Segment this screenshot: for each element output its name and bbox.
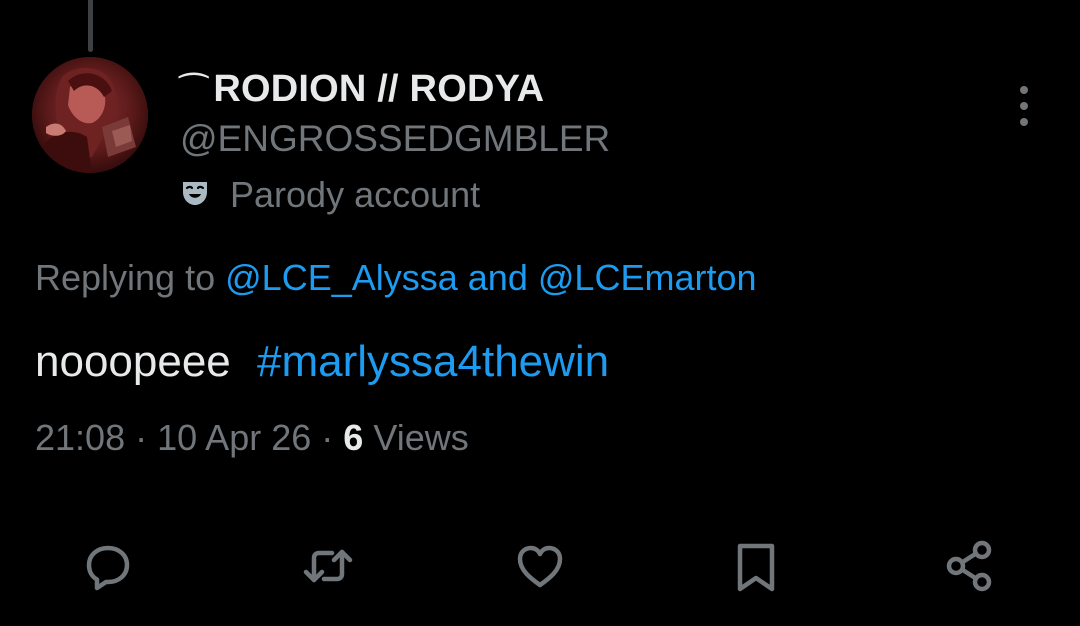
bookmark-button[interactable] bbox=[728, 538, 784, 594]
meta-separator: · bbox=[321, 417, 334, 458]
views-label[interactable]: Views bbox=[373, 417, 468, 458]
tweet-meta: 21:08 · 10 Apr 26 · 6 Views bbox=[35, 417, 469, 459]
tweet-action-bar bbox=[0, 530, 1080, 600]
tweet-date[interactable]: 10 Apr 26 bbox=[157, 417, 311, 458]
meta-separator: · bbox=[135, 417, 148, 458]
views-count[interactable]: 6 bbox=[343, 417, 363, 458]
like-button[interactable] bbox=[512, 538, 568, 594]
tweet-body: nooopeee #marlyssa4thewin bbox=[35, 337, 609, 387]
avatar[interactable] bbox=[32, 57, 148, 173]
repost-button[interactable] bbox=[300, 538, 356, 594]
hashtag-link[interactable]: #marlyssa4thewin bbox=[257, 337, 609, 386]
account-label-text: Parody account bbox=[230, 174, 481, 215]
reply-bubble-icon bbox=[86, 545, 130, 591]
share-button[interactable] bbox=[942, 538, 998, 594]
name-ornament: ⁀ bbox=[180, 74, 208, 112]
tweet-time[interactable]: 21:08 bbox=[35, 417, 125, 458]
thread-connector-line bbox=[88, 0, 93, 52]
author-display-name[interactable]: RODION // RODYA bbox=[213, 68, 544, 111]
replying-to-line: Replying to @LCE_Alyssa and @LCEmarton bbox=[35, 257, 757, 299]
share-icon bbox=[946, 540, 992, 592]
bookmark-icon bbox=[737, 543, 775, 592]
author-handle[interactable]: @ENGROSSEDGMBLER bbox=[180, 116, 610, 162]
theater-mask-icon bbox=[180, 178, 210, 213]
tweet-text: nooopeee bbox=[35, 337, 231, 386]
heart-icon bbox=[517, 545, 563, 588]
author-name-row[interactable]: ⁀ RODION // RODYA bbox=[180, 66, 610, 112]
tweet-author-header: ⁀ RODION // RODYA @ENGROSSEDGMBLER Parod… bbox=[180, 66, 610, 218]
avatar-image bbox=[32, 57, 148, 173]
more-options-icon[interactable] bbox=[1012, 86, 1036, 126]
mention-link-lce-alyssa[interactable]: @LCE_Alyssa bbox=[225, 257, 458, 298]
replying-conjunction[interactable]: and bbox=[468, 257, 528, 298]
replying-prefix: Replying to bbox=[35, 257, 216, 298]
repost-arrows-icon bbox=[303, 549, 353, 583]
mention-link-lcemarton[interactable]: @LCEmarton bbox=[538, 257, 757, 298]
account-label[interactable]: Parody account bbox=[180, 172, 610, 218]
reply-button[interactable] bbox=[80, 538, 136, 594]
